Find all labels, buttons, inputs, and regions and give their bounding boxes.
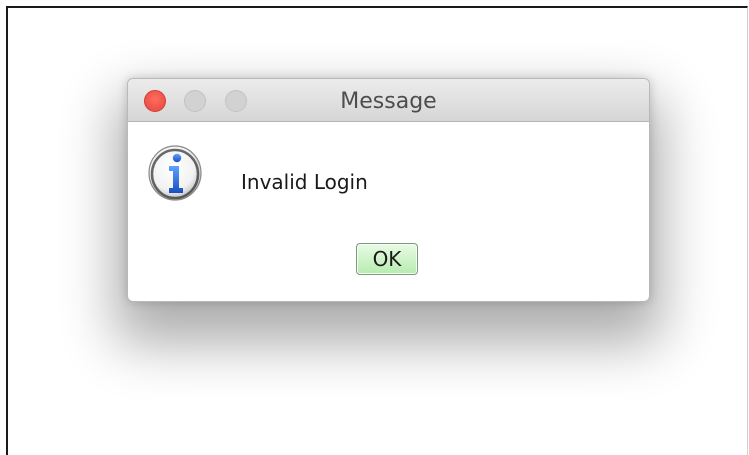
message-dialog: Message Invalid Login OK xyxy=(127,78,650,302)
dialog-titlebar: Message xyxy=(128,79,649,122)
info-icon xyxy=(148,145,202,201)
dialog-title-text: Message xyxy=(340,89,437,114)
dialog-title: Message xyxy=(128,79,649,122)
message-text: Invalid Login xyxy=(241,170,368,194)
ok-button[interactable]: OK xyxy=(356,243,418,275)
background-frame: Message Invalid Login OK xyxy=(6,6,748,455)
